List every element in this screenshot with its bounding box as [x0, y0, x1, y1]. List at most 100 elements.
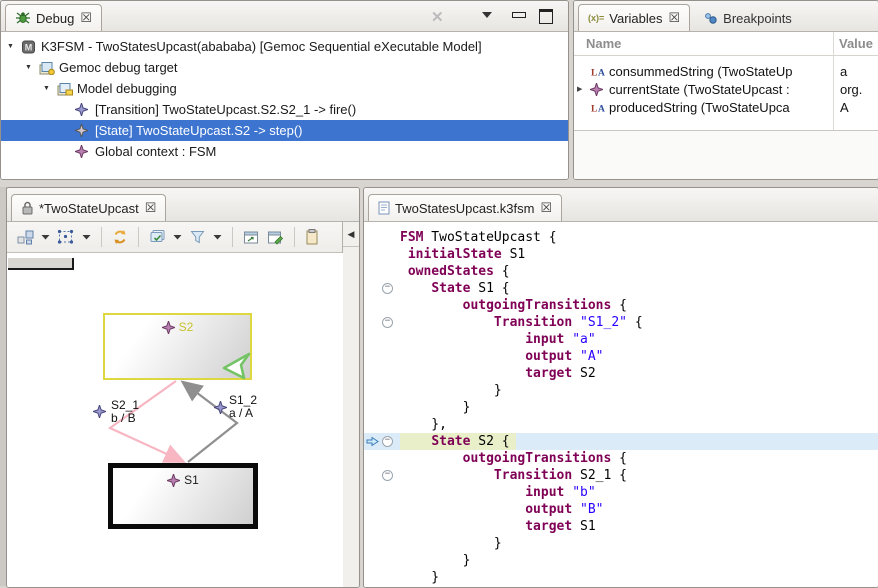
clipboard-icon[interactable]	[305, 229, 319, 245]
edit-diagram-icon[interactable]	[267, 230, 284, 245]
code-line: target S1	[364, 518, 878, 535]
fold-ruler-cell	[380, 416, 400, 433]
variables-icon: (x)=	[588, 13, 604, 23]
tab-debug-label: Debug	[36, 11, 74, 26]
editor-tabbar: TwoStatesUpcast.k3fsm ☒	[364, 188, 878, 222]
debug-tree[interactable]: ▼MK3FSM - TwoStatesUpcast(abababa) [Gemo…	[1, 32, 568, 179]
debug-tree-item[interactable]: ▼ Gemoc debug target	[1, 57, 568, 78]
debug-bug-icon	[15, 11, 31, 25]
code-area[interactable]: FSM TwoStateUpcast { initialState S1 own…	[364, 222, 878, 587]
debug-tree-item-label: Model debugging	[75, 81, 177, 96]
expander-icon[interactable]: ▼	[25, 64, 39, 71]
tab-breakpoints[interactable]: Breakpoints	[694, 4, 802, 31]
expander-icon[interactable]: ▼	[7, 43, 21, 50]
fold-collapse-icon[interactable]: −	[380, 433, 400, 450]
state-node-S1[interactable]: S1	[108, 463, 258, 529]
debug-tree-item-label: Gemoc debug target	[57, 60, 178, 75]
debug-tree-item[interactable]: Global context : FSM	[1, 141, 568, 162]
close-icon[interactable]: ☒	[669, 10, 681, 26]
minimize-icon[interactable]	[512, 12, 526, 18]
refresh-icon[interactable]	[112, 229, 128, 245]
palette-collapsed[interactable]: ◀	[342, 222, 359, 587]
debug-tree-item[interactable]: [Transition] TwoStateUpcast.S2.S2_1 -> f…	[1, 99, 568, 120]
fold-collapse-icon[interactable]: −	[380, 467, 400, 484]
view-menu-icon[interactable]	[482, 12, 492, 18]
debug-target-icon	[39, 61, 57, 75]
code-line: },	[364, 416, 878, 433]
debug-tree-item[interactable]: [State] TwoStateUpcast.S2 -> step()	[1, 120, 568, 141]
fold-ruler-cell	[380, 569, 400, 586]
diagram-canvas[interactable]: S2S1S2_1b / BS1_2a / A	[7, 253, 343, 587]
fold-ruler-cell	[380, 365, 400, 382]
transition-label-S1_2[interactable]: S1_2a / A	[229, 394, 257, 420]
diagram-toolbar	[7, 222, 343, 253]
transition-label-S2_1[interactable]: S2_1b / B	[111, 399, 139, 425]
sparkle-purple-icon	[167, 474, 180, 487]
code-line: target S2	[364, 365, 878, 382]
maximize-icon[interactable]	[539, 9, 553, 24]
scrollbar-thumb[interactable]	[8, 258, 74, 270]
tab-k3fsm-file[interactable]: TwoStatesUpcast.k3fsm ☒	[368, 194, 562, 221]
code-line: − Transition "S1_2" {	[364, 314, 878, 331]
fold-ruler-cell	[380, 263, 400, 280]
file-icon	[378, 201, 390, 215]
expander-icon[interactable]: ▼	[43, 85, 57, 92]
annotation-ruler-cell	[364, 229, 380, 246]
debug-tree-item[interactable]: ▼ Model debugging	[1, 78, 568, 99]
variables-detail-pane	[574, 130, 878, 179]
dropdown-icon[interactable]	[41, 234, 50, 240]
arrange-icon[interactable]	[17, 229, 34, 245]
variable-row[interactable]: LAconsummedString (TwoStateUpa	[574, 62, 878, 80]
palette-collapse-icon[interactable]: ◀	[343, 222, 359, 247]
sparkle-purple-icon	[75, 145, 93, 158]
close-icon[interactable]: ☒	[540, 200, 552, 216]
code-line: }	[364, 399, 878, 416]
debug-tree-item[interactable]: ▼MK3FSM - TwoStatesUpcast(abababa) [Gemo…	[1, 36, 568, 57]
dropdown-icon[interactable]	[173, 234, 182, 240]
tab-diagram[interactable]: *TwoStateUpcast ☒	[11, 194, 166, 221]
annotation-ruler-cell	[364, 450, 380, 467]
variable-row[interactable]: LAproducedString (TwoStateUpcaA	[574, 98, 878, 116]
transition-edges	[7, 253, 343, 587]
svg-text:M: M	[25, 42, 33, 52]
annotation-ruler-cell	[364, 484, 380, 501]
annotation-ruler-cell	[364, 246, 380, 263]
code-line: initialState S1	[364, 246, 878, 263]
layers-icon[interactable]	[149, 229, 166, 245]
marquee-icon[interactable]	[57, 229, 75, 245]
variable-row[interactable]: ▶currentState (TwoStateUpcast :org.	[574, 80, 878, 98]
export-diagram-icon[interactable]	[243, 230, 260, 245]
fold-ruler-cell	[380, 382, 400, 399]
variables-rows: LAconsummedString (TwoStateUpa▶currentSt…	[574, 62, 878, 116]
close-icon[interactable]: ☒	[145, 200, 157, 216]
annotation-ruler-cell	[364, 467, 380, 484]
column-header-value[interactable]: Value	[839, 36, 873, 51]
expander-icon[interactable]: ▶	[574, 85, 590, 93]
variables-table: Name Value LAconsummedString (TwoStateUp…	[574, 32, 878, 179]
code-line: output "A"	[364, 348, 878, 365]
code-line: input "a"	[364, 331, 878, 348]
code-line: outgoingTransitions {	[364, 450, 878, 467]
code-line: − Transition S2_1 {	[364, 467, 878, 484]
fold-collapse-icon[interactable]: −	[380, 314, 400, 331]
tab-variables[interactable]: (x)= Variables ☒	[578, 4, 690, 31]
code-line: }	[364, 569, 878, 586]
dropdown-icon[interactable]	[213, 234, 222, 240]
column-header-name[interactable]: Name	[586, 36, 621, 51]
tab-debug[interactable]: Debug ☒	[5, 4, 102, 31]
sparkle-blue-icon	[93, 405, 106, 418]
annotation-ruler-cell	[364, 399, 380, 416]
code-line: output "B"	[364, 501, 878, 518]
annotation-ruler-cell	[364, 416, 380, 433]
state-label: S1	[184, 473, 199, 487]
dropdown-icon[interactable]	[82, 234, 91, 240]
variables-tabbar: (x)= Variables ☒ Breakpoints	[574, 1, 878, 32]
remove-terminated-icon[interactable]: ✕	[431, 8, 444, 26]
fold-collapse-icon[interactable]: −	[380, 280, 400, 297]
code-line: FSM TwoStateUpcast {	[364, 229, 878, 246]
toolbar-separator	[232, 227, 233, 247]
annotation-ruler-cell	[364, 552, 380, 569]
filter-icon[interactable]	[189, 229, 206, 245]
model-debugging-icon	[57, 82, 75, 96]
close-icon[interactable]: ☒	[80, 10, 92, 26]
